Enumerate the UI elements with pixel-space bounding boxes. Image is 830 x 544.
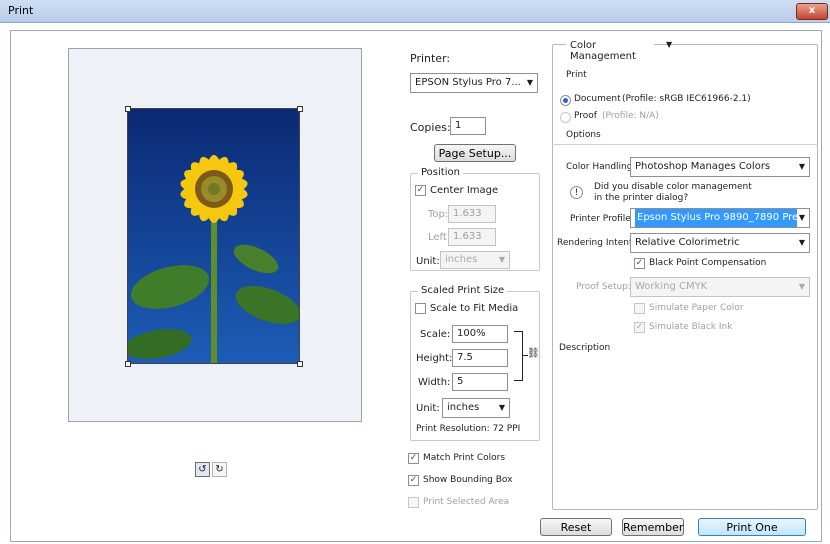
printer-select[interactable]: EPSON Stylus Pro 7... ▼: [410, 73, 538, 93]
description-heading: Description: [559, 343, 611, 353]
rotate-page-icon: ↺: [198, 464, 207, 475]
print-selected-area-checkbox[interactable]: [408, 497, 419, 508]
chain-link-icon[interactable]: ⛓: [527, 348, 540, 359]
color-handling-select[interactable]: Photoshop Manages Colors ▼: [630, 157, 810, 177]
document-label: Document: [574, 94, 621, 104]
left-label: Left:: [428, 232, 451, 243]
rotate-page-icon: ↻: [215, 464, 224, 475]
printer-profile-label: Printer Profile:: [570, 214, 634, 224]
simulate-paper-label: Simulate Paper Color: [649, 303, 744, 313]
proof-profile: (Profile: N/A): [602, 111, 659, 121]
scale-to-fit-label: Scale to Fit Media: [430, 303, 519, 314]
proof-setup-label: Proof Setup:: [576, 282, 632, 292]
color-handling-label: Color Handling:: [566, 162, 636, 172]
unit-label: Unit:: [416, 256, 440, 267]
simulate-paper-checkbox[interactable]: [634, 303, 645, 314]
portrait-orientation-button[interactable]: ↺: [195, 462, 210, 477]
top-field[interactable]: 1.633: [448, 205, 496, 223]
show-bounding-box-checkbox[interactable]: ✓: [408, 475, 419, 486]
options-heading: Options: [566, 130, 601, 140]
proof-radio[interactable]: [560, 112, 571, 123]
match-print-colors-label: Match Print Colors: [423, 453, 506, 463]
simulate-black-label: Simulate Black Ink: [649, 322, 733, 332]
match-print-colors-checkbox[interactable]: ✓: [408, 453, 419, 464]
info-icon: !: [570, 186, 583, 199]
height-label: Height:: [416, 353, 453, 364]
proportion-bracket: [514, 331, 523, 381]
title-bar: Print x: [0, 0, 830, 23]
chevron-down-icon: ▼: [798, 282, 805, 291]
resize-handle[interactable]: [125, 361, 131, 367]
close-button[interactable]: x: [796, 3, 828, 20]
chevron-down-icon: ▼: [798, 213, 805, 222]
print-heading: Print: [566, 70, 587, 80]
warning-line-2: in the printer dialog?: [594, 193, 689, 203]
print-dialog: Print x ↺ ↻ Printer: EPSON Stylus Pro 7.…: [0, 0, 830, 544]
chevron-down-icon: ▼: [666, 40, 673, 49]
reset-button[interactable]: Reset: [540, 518, 612, 536]
scale-to-fit-checkbox[interactable]: [415, 303, 426, 314]
center-image-checkbox[interactable]: ✓: [415, 185, 426, 196]
top-label: Top:: [428, 209, 449, 220]
copies-field[interactable]: 1: [450, 117, 486, 135]
resize-handle[interactable]: [297, 361, 303, 367]
black-point-label: Black Point Compensation: [649, 258, 767, 268]
printer-label: Printer:: [410, 52, 451, 65]
close-icon: x: [808, 5, 816, 16]
height-field[interactable]: 7.5: [452, 349, 508, 367]
chevron-down-icon: ▼: [498, 403, 505, 412]
chevron-down-icon: ▼: [798, 238, 805, 247]
center-image-label: Center Image: [430, 185, 499, 196]
window-title: Print: [8, 4, 34, 17]
remember-button[interactable]: Remember: [622, 518, 684, 536]
position-title: Position: [418, 167, 463, 178]
chevron-down-icon: ▼: [526, 78, 533, 87]
copies-label: Copies:: [410, 121, 451, 134]
width-field[interactable]: 5: [452, 373, 508, 391]
rendering-intent-label: Rendering Intent:: [557, 238, 636, 248]
resize-handle[interactable]: [125, 106, 131, 112]
page-setup-button[interactable]: Page Setup...: [434, 144, 516, 162]
position-unit-select[interactable]: inches ▼: [440, 251, 510, 269]
document-radio[interactable]: [560, 95, 571, 106]
print-resolution: Print Resolution: 72 PPI: [416, 424, 521, 434]
warning-line-1: Did you disable color management: [594, 182, 752, 192]
scaled-unit-select[interactable]: inches ▼: [442, 398, 510, 418]
landscape-orientation-button[interactable]: ↻: [212, 462, 227, 477]
proof-setup-select[interactable]: Working CMYK ▼: [630, 277, 810, 297]
rendering-intent-select[interactable]: Relative Colorimetric ▼: [630, 233, 810, 253]
resize-handle[interactable]: [297, 106, 303, 112]
show-bounding-box-label: Show Bounding Box: [423, 475, 513, 485]
document-profile: (Profile: sRGB IEC61966-2.1): [622, 94, 751, 104]
printer-profile-select[interactable]: Epson Stylus Pro 9890_7890 PremiumS...▼: [630, 208, 810, 228]
sunflower-image[interactable]: [127, 108, 300, 364]
chevron-down-icon: ▼: [498, 255, 505, 264]
options-divider: [552, 144, 818, 145]
scaled-print-size-title: Scaled Print Size: [418, 285, 508, 296]
scale-label: Scale:: [420, 329, 451, 340]
print-selected-area-label: Print Selected Area: [423, 497, 510, 507]
sunflower-picture: [128, 109, 299, 363]
proof-label: Proof: [574, 111, 597, 121]
left-field[interactable]: 1.633: [448, 228, 496, 246]
simulate-black-checkbox[interactable]: ✓: [634, 322, 645, 333]
scaled-unit-label: Unit:: [416, 403, 440, 414]
print-one-button[interactable]: Print One: [698, 518, 806, 536]
black-point-checkbox[interactable]: ✓: [634, 258, 645, 269]
width-label: Width:: [418, 377, 451, 388]
color-management-menu[interactable]: Color Management ▼: [566, 40, 672, 62]
scale-field[interactable]: 100%: [452, 325, 508, 343]
chevron-down-icon: ▼: [798, 162, 805, 171]
